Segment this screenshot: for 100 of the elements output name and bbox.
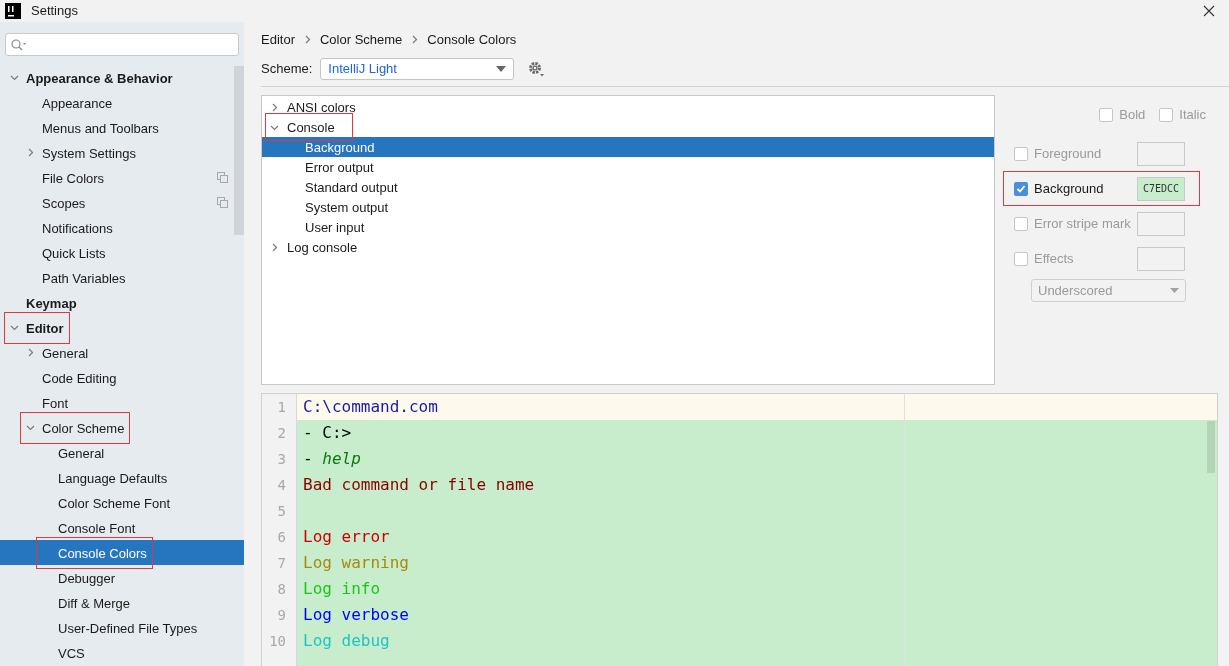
chevron-right-icon[interactable] — [270, 102, 279, 112]
tree-item[interactable]: Log console — [262, 237, 994, 257]
item-label: Background — [305, 140, 375, 155]
item-label: Standard output — [305, 180, 398, 195]
line-number: 2 — [276, 423, 287, 443]
sidebar-item[interactable]: System Settings — [0, 140, 244, 165]
close-icon[interactable] — [1203, 5, 1215, 17]
chevron-right-icon[interactable] — [410, 35, 420, 44]
console-text: C:> — [322, 422, 352, 444]
sidebar-item[interactable]: Keymap — [0, 290, 244, 315]
item-label: General — [42, 345, 89, 361]
checkbox[interactable] — [1014, 146, 1028, 161]
tree-item[interactable]: User input — [262, 217, 994, 237]
tree-item[interactable]: Console — [262, 117, 994, 137]
tree-item[interactable]: ANSI colors — [262, 97, 994, 117]
line-number: 7 — [276, 553, 287, 573]
chevron-down-icon[interactable] — [10, 73, 19, 82]
console-text: C:\command.com — [303, 396, 438, 418]
sidebar-item[interactable]: Diff & Merge — [0, 590, 244, 615]
sidebar-item[interactable]: Debugger — [0, 565, 244, 590]
console-text: Log info — [303, 578, 381, 600]
line-number: 3 — [276, 449, 287, 469]
item-label: Language Defaults — [58, 470, 168, 486]
sidebar-item[interactable]: Scopes — [0, 190, 244, 215]
sidebar-item[interactable]: Quick Lists — [0, 240, 244, 265]
item-label: Log console — [287, 240, 358, 255]
tree-item[interactable]: System output — [262, 197, 994, 217]
color-swatch[interactable] — [1137, 211, 1185, 236]
item-label: Diff & Merge — [58, 595, 130, 611]
line-number: 5 — [276, 501, 287, 521]
item-label: Debugger — [58, 570, 116, 586]
sidebar-item[interactable]: File Colors — [0, 165, 244, 190]
sidebar-item[interactable]: Code Editing — [0, 365, 244, 390]
attribute-label: Error stripe mark — [1034, 214, 1132, 233]
chevron-right-icon[interactable] — [270, 242, 279, 252]
item-label: Path Variables — [42, 270, 126, 286]
window-title: Settings — [31, 2, 78, 21]
line-number: 6 — [276, 527, 287, 547]
scrollbar[interactable] — [1207, 421, 1215, 473]
tree-item[interactable]: Background — [262, 137, 994, 157]
breadcrumb-item[interactable]: Editor — [261, 29, 295, 50]
sidebar-item[interactable]: Console Font — [0, 515, 244, 540]
item-label: Color Scheme Font — [58, 495, 170, 511]
sidebar-item[interactable]: Language Defaults — [0, 465, 244, 490]
breadcrumb-item[interactable]: Color Scheme — [319, 29, 403, 50]
sidebar-item[interactable]: Font — [0, 390, 244, 415]
line-number: 9 — [276, 605, 287, 625]
console-text: - — [303, 422, 314, 444]
sidebar-item[interactable]: User-Defined File Types — [0, 615, 244, 640]
item-label: ANSI colors — [287, 100, 356, 115]
sidebar-item[interactable]: VCS — [0, 640, 244, 665]
attribute-label: Background — [1034, 179, 1105, 198]
item-label: Code Editing — [42, 370, 117, 386]
checkbox[interactable] — [1099, 108, 1114, 122]
sidebar-item[interactable]: Color Scheme Font — [0, 490, 244, 515]
checkbox[interactable] — [1014, 251, 1028, 266]
chevron-down-icon[interactable] — [10, 323, 19, 332]
chevron-down-icon[interactable] — [26, 423, 35, 432]
color-swatch[interactable]: C7EDCC — [1137, 176, 1185, 201]
item-label: Error output — [305, 160, 374, 175]
sidebar-item[interactable]: Color Scheme — [0, 415, 244, 440]
item-label: Font — [42, 395, 68, 411]
item-label: Quick Lists — [42, 245, 106, 261]
settings-icon[interactable] — [528, 61, 547, 77]
chevron-right-icon[interactable] — [26, 348, 35, 357]
caret-icon — [496, 66, 507, 72]
checkbox[interactable] — [1159, 108, 1174, 122]
item-label: Console — [287, 120, 335, 135]
checkbox[interactable] — [1014, 181, 1028, 196]
tree-item[interactable]: Error output — [262, 157, 994, 177]
scrollbar[interactable] — [234, 66, 244, 235]
tree-item[interactable]: Standard output — [262, 177, 994, 197]
item-label: Editor — [26, 320, 64, 336]
breadcrumb-item[interactable]: Console Colors — [427, 29, 517, 50]
sidebar-item[interactable]: Editor — [0, 315, 244, 340]
sidebar-item[interactable]: General — [0, 340, 244, 365]
console-text: - — [303, 448, 314, 470]
item-label: Scopes — [42, 195, 86, 211]
attribute-label: Effects — [1034, 249, 1075, 268]
sidebar-item[interactable]: Appearance — [0, 90, 244, 115]
color-swatch[interactable] — [1137, 141, 1185, 166]
scheme-dropdown[interactable]: IntelliJ Light — [320, 58, 515, 80]
item-label: Appearance — [42, 95, 113, 111]
sidebar-item[interactable]: Menus and Toolbars — [0, 115, 244, 140]
sidebar-item[interactable]: Notifications — [0, 215, 244, 240]
item-label: User-Defined File Types — [58, 620, 198, 636]
sidebar-item[interactable]: Appearance & Behavior — [0, 65, 244, 90]
checkbox[interactable] — [1014, 216, 1028, 231]
attribute-label: Foreground — [1034, 144, 1103, 163]
checkbox-label: Bold — [1119, 106, 1146, 125]
color-swatch[interactable] — [1137, 246, 1185, 271]
chevron-right-icon[interactable] — [26, 148, 35, 157]
sidebar-item[interactable]: Path Variables — [0, 265, 244, 290]
item-label: Keymap — [26, 295, 77, 311]
search-field[interactable] — [5, 33, 239, 56]
console-text: Log warning — [303, 552, 409, 574]
sidebar-item[interactable]: General — [0, 440, 244, 465]
item-label: Console Font — [58, 520, 136, 536]
item-label: VCS — [58, 645, 85, 661]
scheme-label: Scheme: — [261, 60, 313, 79]
